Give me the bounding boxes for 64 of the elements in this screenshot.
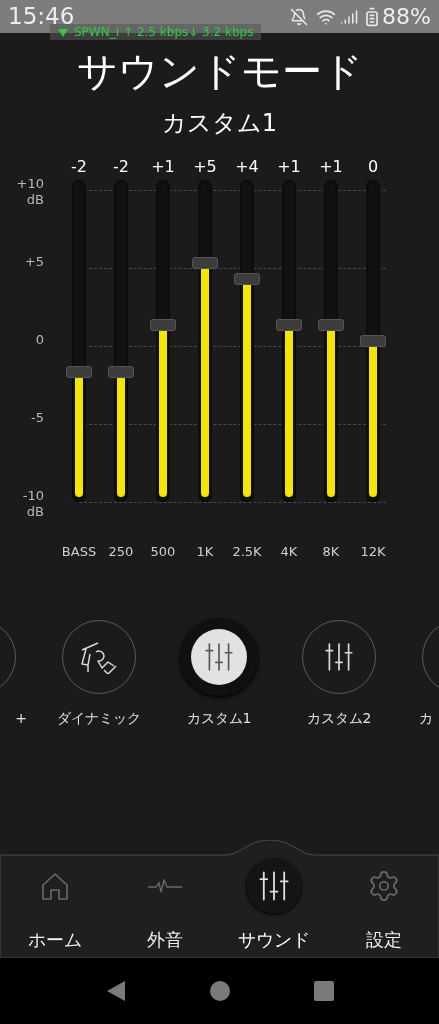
preset-label: カ [419,708,433,728]
gain-value: +1 [151,157,175,177]
frequency-label: 250 [108,543,134,561]
nav-tab[interactable]: ホーム [0,854,110,958]
preset-button[interactable] [180,617,258,696]
gain-value: 0 [367,157,379,177]
scale-label: -5 [31,410,44,426]
slider-thumb[interactable] [66,366,92,379]
back-icon[interactable] [105,980,126,1002]
scale-label: -10 [22,488,44,504]
gain-value: +1 [277,157,301,177]
nav-tab[interactable]: サウンド [219,854,330,958]
gain-value: +5 [193,157,217,177]
home-icon [39,871,70,901]
scale-unit: dB [25,504,44,520]
equalizer-icon [203,640,235,673]
preset-label: ダイナミック [57,708,141,728]
frequency-label: 12K [360,543,386,561]
slider-thumb[interactable] [276,319,302,332]
frequency-label: 4K [280,543,298,561]
network-overlay: SPWN_I ↑ 2.5 kbps↓ 3.2 kbps [50,24,262,40]
recent-apps-icon[interactable] [313,981,334,1001]
scale-unit: dB [25,192,44,208]
pulse-icon [147,879,182,893]
mute-icon [290,7,309,26]
nav-tab[interactable]: 設定 [329,854,439,958]
preset-label: + [15,708,27,728]
page-title: サウンドモード [75,51,364,91]
gain-value: -2 [71,157,87,177]
signal-icon [340,7,359,26]
dancing-figure-icon [78,639,120,674]
eq-slider[interactable] [66,180,92,502]
slider-thumb[interactable] [192,257,218,269]
equalizer-icon [323,640,355,673]
scale-label: +10 [16,176,44,192]
gain-value: -2 [113,157,129,177]
eq-slider[interactable] [318,180,344,502]
eq-slider[interactable] [192,180,218,502]
frequency-label: BASS [61,543,97,561]
slider-thumb[interactable] [108,366,134,379]
home-button-icon[interactable] [209,981,230,1001]
frequency-label: 1K [196,543,214,561]
eq-slider[interactable] [360,180,386,502]
frequency-label: 2.5K [232,543,262,561]
wifi-signal-icon [58,28,68,37]
slider-thumb[interactable] [234,272,260,285]
gain-value: +4 [235,157,259,177]
slider-thumb[interactable] [318,319,344,332]
frequency-label: 500 [150,543,176,561]
eq-slider[interactable] [276,180,302,502]
preset-label: カスタム1 [186,708,252,728]
preset-name: カスタム1 [160,111,279,135]
gain-value: +1 [319,157,343,177]
battery-level: 88% [382,5,431,28]
eq-slider[interactable] [150,180,176,502]
preset-label: カスタム2 [306,708,372,728]
slider-thumb[interactable] [150,319,176,332]
eq-slider[interactable] [234,180,260,502]
frequency-label: 8K [322,543,340,561]
eq-slider[interactable] [108,180,134,502]
scale-label: +5 [24,254,44,270]
slider-thumb[interactable] [360,335,386,347]
nav-tab[interactable]: 外音 [109,854,220,958]
scale-label: 0 [35,332,44,348]
